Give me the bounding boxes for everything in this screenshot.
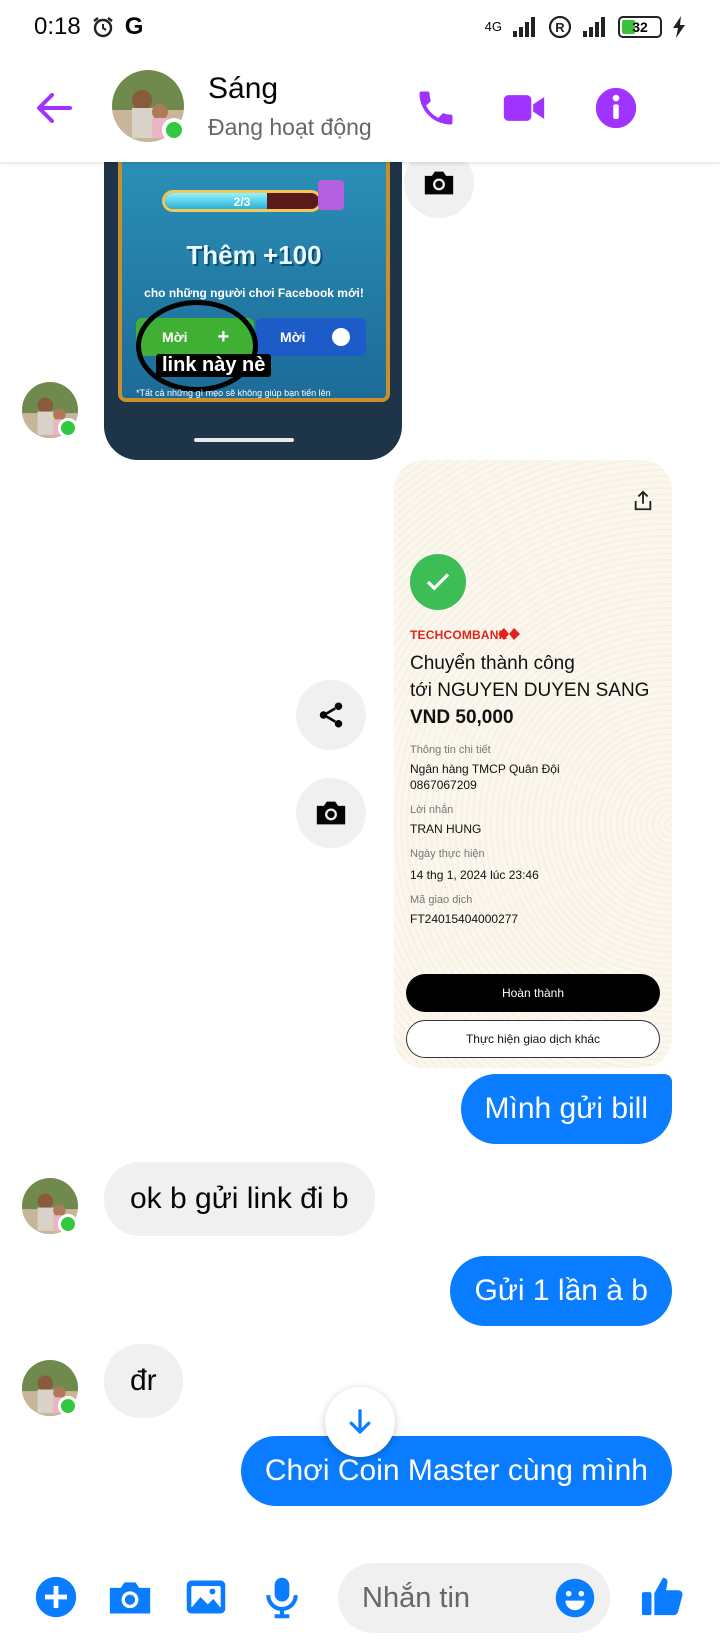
network-type: 4G [484,19,502,34]
thumbs-up-icon[interactable] [640,1573,686,1619]
game-subtitle: cho những người chơi Facebook mới! [144,286,364,300]
message-out[interactable]: Mình gửi bill [460,1074,672,1144]
date-value: 14 thg 1, 2024 lúc 23:46 [410,868,539,882]
transfer-amount: VND 50,000 [410,707,514,728]
camera-icon [316,801,346,825]
annotation-text: link này nè [156,354,272,377]
svg-text:R: R [555,20,565,35]
message-in[interactable]: đr [104,1344,183,1418]
emoji-icon[interactable] [554,1577,596,1619]
back-arrow-icon[interactable] [34,88,74,128]
message-input-placeholder: Nhắn tin [362,1581,471,1614]
forward-button[interactable] [296,680,366,750]
battery-icon: 32 [618,16,662,38]
annotation-circle [136,300,258,392]
shared-image-receipt[interactable]: TECHCOMBANK Chuyển thành công tới NGUYEN… [394,460,672,1068]
messenger-icon [331,328,350,346]
contact-status: Đang hoạt động [208,114,372,140]
message-out[interactable]: Chơi Coin Master cùng mình [240,1436,672,1506]
message-out[interactable]: Gửi 1 lần à b [450,1256,672,1326]
details-label: Thông tin chi tiết [410,744,491,756]
camera-icon[interactable] [108,1575,152,1619]
save-image-button-2[interactable] [296,778,366,848]
google-icon: G [124,13,144,40]
transaction-id: FT24015404000277 [410,912,519,926]
roaming-icon: R [548,15,572,39]
message-composer: Nhắn tin [0,1545,720,1650]
message-input[interactable]: Nhắn tin [338,1563,610,1633]
share-nodes-icon [319,702,343,728]
status-bar: 0:18 G 4G R 32 [0,0,720,54]
charging-icon [673,16,685,38]
shared-image-game[interactable]: 2/3 Thêm +100 cho những người chơi Faceb… [104,162,402,460]
message-label: Lời nhắn [410,804,454,816]
message-in[interactable]: ok b gửi link đi b [104,1162,375,1236]
phone-icon[interactable] [414,86,458,130]
gift-icon [318,180,344,210]
home-indicator [194,438,294,442]
game-footnote: *Tất cả những gì mẹo sẽ không giúp bạn t… [136,388,331,398]
conversation-header: Sáng Đang hoạt động [0,54,720,162]
bank-logo-icon [498,628,520,640]
plus-icon[interactable] [34,1575,78,1619]
online-indicator [162,118,186,142]
scroll-to-bottom-button[interactable] [325,1387,395,1457]
game-bonus-text: Thêm +100 [186,240,322,270]
save-image-button[interactable] [404,162,474,218]
info-icon[interactable] [594,86,638,130]
share-icon [634,490,652,511]
transfer-title: Chuyển thành công tới NGUYEN DUYEN SANG … [410,650,670,731]
status-time: 0:18 [34,13,81,40]
online-indicator [58,418,78,438]
success-check-icon [410,554,466,610]
receipt-done-button: Hoàn thành [406,974,660,1012]
contact-name[interactable]: Sáng [208,72,278,106]
image-icon[interactable] [184,1575,228,1619]
transaction-label: Mã giao dịch [410,894,473,906]
arrow-down-icon [349,1409,371,1434]
date-label: Ngày thực hiện [410,848,485,860]
bank-name: TECHCOMBANK [410,628,508,642]
game-invite-messenger-button: Mời [256,318,366,356]
camera-icon [424,171,454,195]
microphone-icon[interactable] [260,1575,304,1619]
alarm-icon [92,17,113,38]
game-progress-bar: 2/3 [162,190,322,212]
online-indicator [58,1396,78,1416]
receipt-other-button: Thực hiện giao dịch khác [406,1020,660,1058]
message-list[interactable]: 2/3 Thêm +100 cho những người chơi Faceb… [0,162,720,1545]
recipient-bank: Ngân hàng TMCP Quân Đội [410,762,560,776]
account-number: 0867067209 [410,778,477,792]
signal-icon [513,17,535,37]
online-indicator [58,1214,78,1234]
signal-icon-2 [583,17,605,37]
video-camera-icon[interactable] [502,86,546,130]
message-value: TRAN HUNG [410,822,482,836]
